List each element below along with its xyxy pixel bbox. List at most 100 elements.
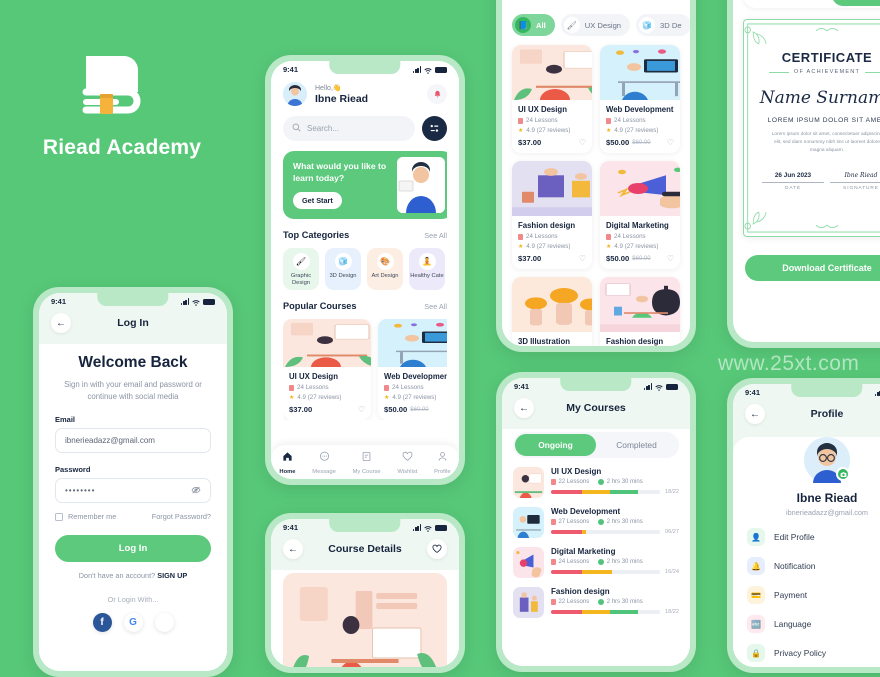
category-item-3[interactable]: 🎨 Art Design <box>367 248 403 290</box>
search-input[interactable]: Search... <box>283 116 415 141</box>
tab-profile[interactable]: Profile <box>434 449 451 475</box>
promo-banner[interactable]: What would you like to learn today? Get … <box>283 151 447 219</box>
bell-icon[interactable] <box>427 84 447 104</box>
profile-menu-edit-profile[interactable]: 👤 Edit Profile <box>747 528 880 546</box>
segment-ongoing[interactable]: Ongoing <box>515 434 596 456</box>
remember-checkbox[interactable] <box>55 512 63 521</box>
back-arrow-icon[interactable]: ← <box>745 404 765 424</box>
uiux-illustration <box>512 45 592 100</box>
enrolled-course-item[interactable]: Digital Marketing 24 Lessons 2 hrs 30 mi… <box>513 547 679 578</box>
chip-label: 3D De <box>660 20 682 30</box>
welcome-heading: Welcome Back <box>78 354 188 371</box>
profile-menu-payment[interactable]: 💳 Payment <box>747 586 880 604</box>
course-card[interactable]: UI UX Design 24 Lessons ★ 4.9 (27 review… <box>512 45 592 153</box>
password-value: •••••••• <box>65 486 96 496</box>
profile-menu-notification[interactable]: 🔔 Notification <box>747 557 880 575</box>
profile-body: Ibne Riead ibnerieadazz@gmail.com 👤 Edit… <box>733 437 880 667</box>
back-arrow-icon[interactable]: ← <box>514 398 534 418</box>
course-title: UI UX Design <box>289 372 338 381</box>
course-card[interactable]: Web Development 24 Lessons ★ 4.9 (27 rev… <box>378 319 447 420</box>
menu-label: Notification <box>774 561 816 571</box>
google-icon[interactable]: G <box>123 613 143 633</box>
download-certificate-button[interactable]: Download Certificate <box>745 255 880 281</box>
heart-icon[interactable] <box>427 539 447 559</box>
eye-off-icon[interactable] <box>191 485 201 497</box>
star-icon: ★ <box>384 395 390 401</box>
heart-icon[interactable]: ♡ <box>579 254 586 263</box>
course-price-old: $60.00 <box>410 406 429 413</box>
profile-menu-privacy-policy[interactable]: 🔒 Privacy Policy <box>747 644 880 662</box>
avatar[interactable] <box>804 437 850 483</box>
star-icon: ★ <box>289 395 295 401</box>
progress-bar <box>551 610 660 614</box>
heart-icon[interactable]: ♡ <box>358 405 365 414</box>
chip-label: All <box>536 20 546 30</box>
enrolled-course-item[interactable]: Web Development 27 Lessons 2 hrs 30 mins… <box>513 507 679 538</box>
3d-design-icon: 🧊 <box>639 17 656 33</box>
back-arrow-icon[interactable]: ← <box>51 313 71 333</box>
ux-design-icon: 🖌 <box>563 17 580 33</box>
see-all-link[interactable]: See All <box>424 231 447 240</box>
login-app-bar: ← Log In <box>39 310 227 344</box>
3d-design-icon: 🧊 <box>334 253 352 270</box>
tab-home[interactable]: Home <box>279 449 296 475</box>
tab-certificate[interactable]: Certificate <box>832 0 880 6</box>
profile-menu-language[interactable]: 🔤 Language Eng <box>747 615 880 633</box>
course-price: $50.00 <box>606 138 630 147</box>
tab-message[interactable]: Message <box>312 449 336 475</box>
course-rating: ★ 4.9 (27 reviews) <box>289 394 365 401</box>
password-field[interactable]: •••••••• <box>55 478 211 504</box>
marketing-thumb <box>513 547 544 578</box>
filter-icon[interactable] <box>422 116 447 141</box>
lesson-certificate-tabs: Lessons Certificate <box>743 0 880 8</box>
login-button[interactable]: Log In <box>55 535 211 563</box>
category-item-4[interactable]: 🧘 Healthy Cate <box>409 248 445 290</box>
menu-label: Payment <box>774 590 808 600</box>
category-item-1[interactable]: 🖌 Graphic Design <box>283 248 319 290</box>
enrolled-course-item[interactable]: UI UX Design 22 Lessons 2 hrs 30 mins 18… <box>513 467 679 498</box>
star-icon: ★ <box>518 128 524 134</box>
course-card[interactable]: 3D Illustration <box>512 277 592 346</box>
filter-chip-all[interactable]: 📘 All <box>512 14 555 36</box>
facebook-icon[interactable]: f <box>92 613 112 633</box>
filter-chip-ux-design[interactable]: 🖌 UX Design <box>560 14 631 36</box>
categories-list: 🖌 Graphic Design 🧊 3D Design 🎨 Art Design 🧘… <box>283 248 447 290</box>
phone-notch <box>329 519 401 532</box>
forgot-password-link[interactable]: Forgot Password? <box>152 512 211 521</box>
heart-icon[interactable]: ♡ <box>667 254 674 263</box>
book-icon <box>384 384 389 391</box>
enrolled-course-item[interactable]: Fashion design 22 Lessons 2 hrs 30 mins … <box>513 587 679 618</box>
avatar[interactable] <box>283 82 307 106</box>
book-icon <box>606 117 611 124</box>
book-icon <box>289 384 294 391</box>
tab-wishlist[interactable]: Wishlist <box>397 449 417 475</box>
course-card[interactable]: Digital Marketing 24 Lessons ★ 4.9 (27 r… <box>600 161 680 269</box>
signup-link[interactable]: SIGN UP <box>157 571 187 580</box>
page-title: My Courses <box>566 402 626 414</box>
back-arrow-icon[interactable]: ← <box>283 539 303 559</box>
tab-lessons[interactable]: Lessons <box>745 0 832 6</box>
category-item-2[interactable]: 🧊 3D Design <box>325 248 361 290</box>
camera-icon[interactable] <box>836 467 850 481</box>
signal-bars-icon <box>413 66 421 73</box>
status-time: 9:41 <box>51 297 67 306</box>
see-all-link[interactable]: See All <box>424 302 447 311</box>
email-field[interactable]: ibnerieadazz@gmail.com <box>55 428 211 454</box>
get-start-button[interactable]: Get Start <box>293 192 342 210</box>
course-price: $37.00 <box>518 138 542 147</box>
heart-icon[interactable]: ♡ <box>579 138 586 147</box>
segment-completed[interactable]: Completed <box>596 434 677 456</box>
apple-icon[interactable] <box>154 613 174 633</box>
course-card[interactable]: Fashion design <box>600 277 680 346</box>
signup-line: Don't have an account? SIGN UP <box>39 571 227 580</box>
course-card[interactable]: UI UX Design 24 Lessons ★ 4.9 (27 review… <box>283 319 371 420</box>
signal-bars-icon <box>181 298 189 305</box>
course-card[interactable]: Web Development 24 Lessons ★ 4.9 (27 rev… <box>600 45 680 153</box>
filter-chip-3d-de[interactable]: 🧊 3D De <box>636 14 690 36</box>
webdev-illustration <box>600 45 680 100</box>
category-label: Healthy Cate <box>410 273 444 279</box>
heart-icon[interactable]: ♡ <box>667 138 674 147</box>
course-card[interactable]: Fashion design 24 Lessons ★ 4.9 (27 revi… <box>512 161 592 269</box>
tab-my-course[interactable]: My Course <box>353 449 381 475</box>
course-price-row: $37.00 ♡ <box>289 405 365 414</box>
